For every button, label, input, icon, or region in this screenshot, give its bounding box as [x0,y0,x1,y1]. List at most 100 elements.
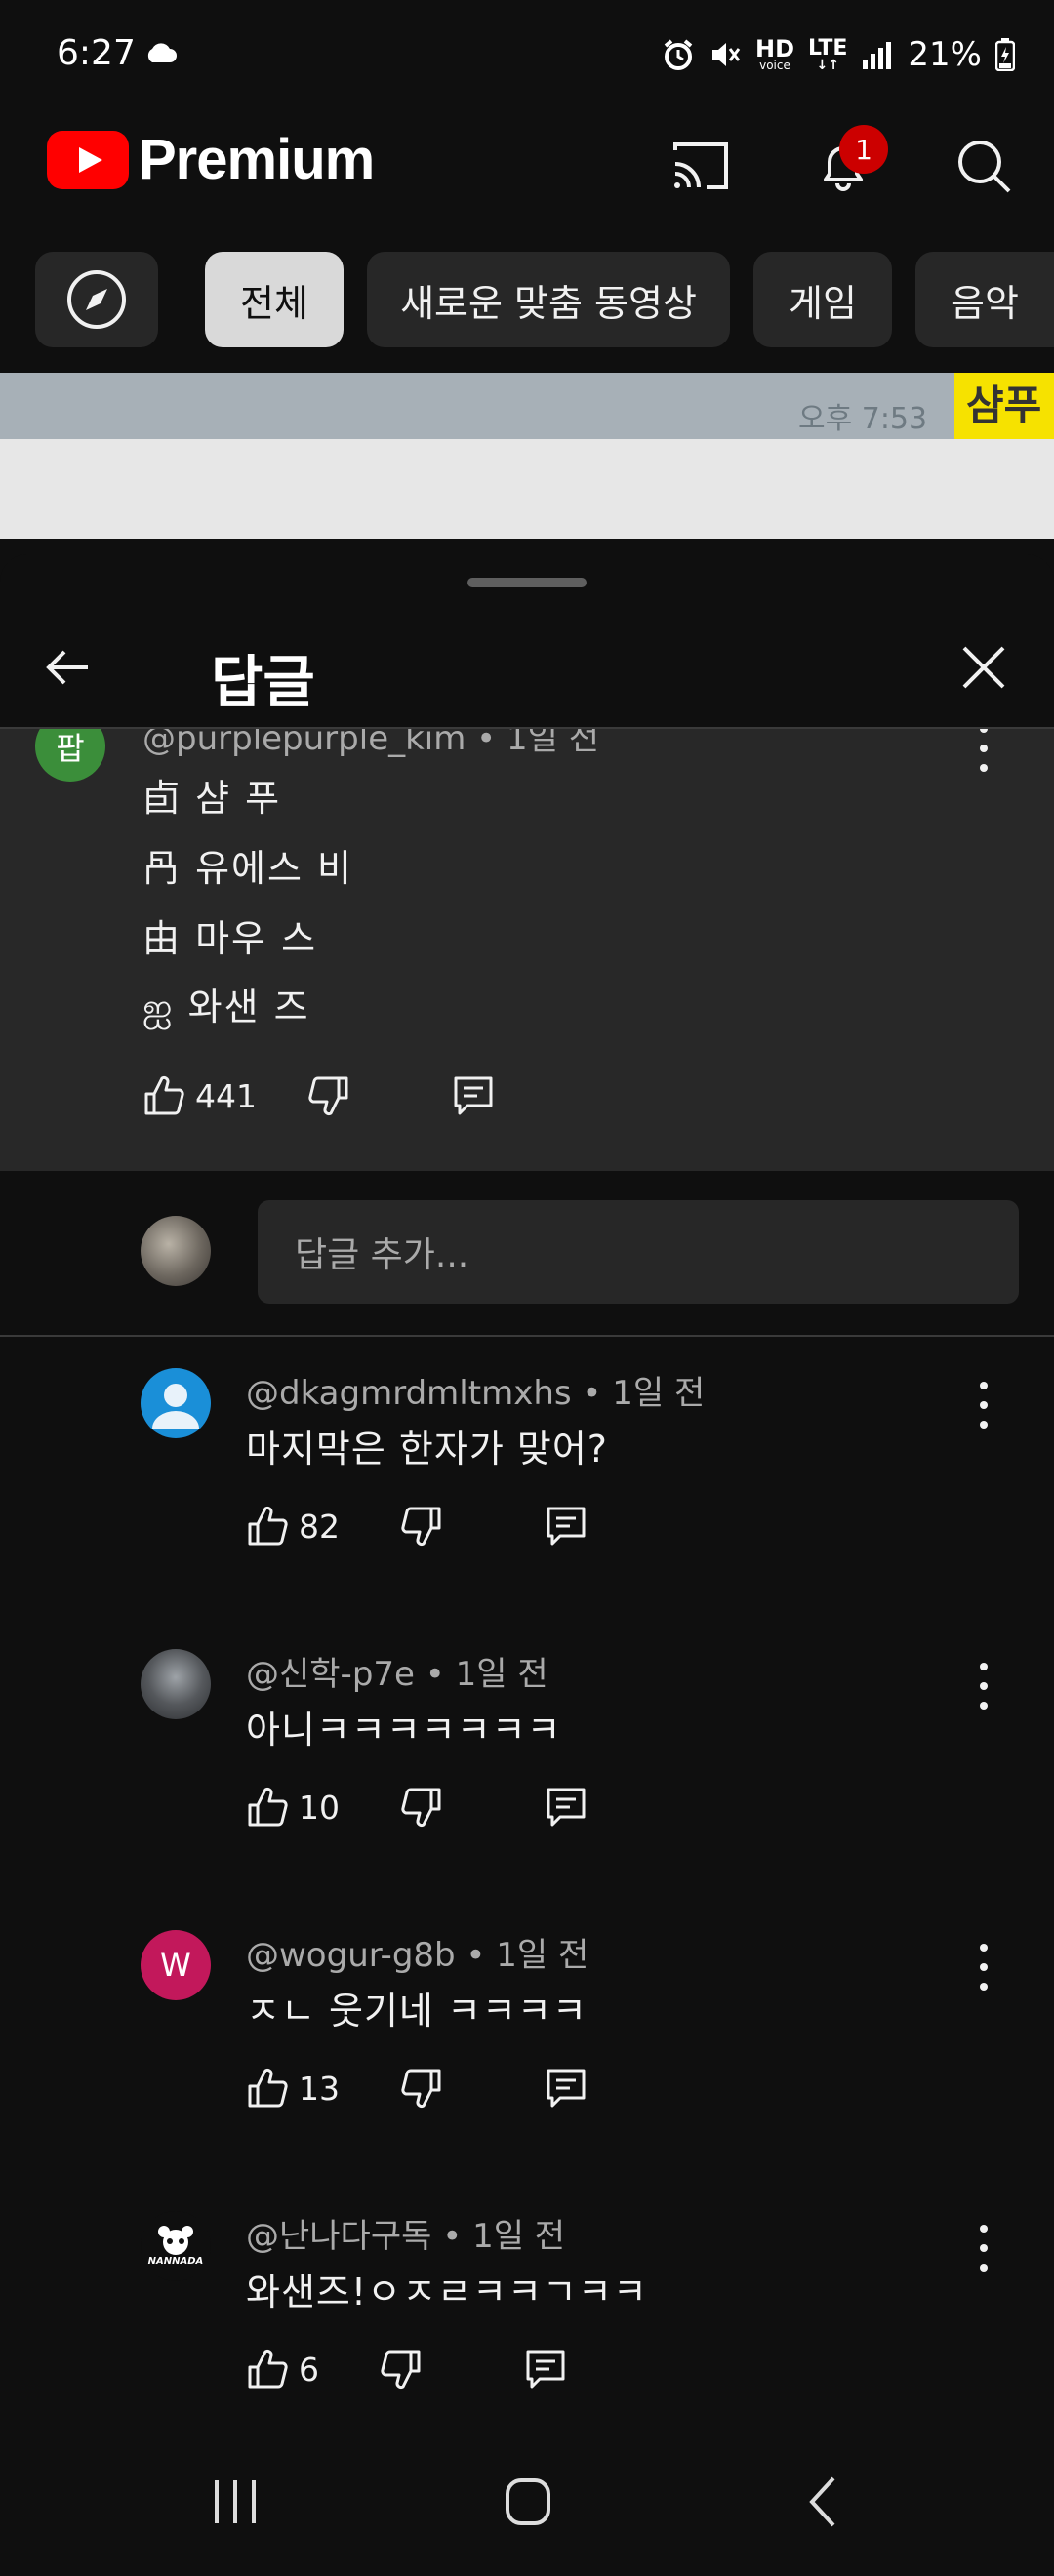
my-avatar[interactable] [141,1216,211,1286]
reply-actions: 82 [246,1505,588,1548]
data-arrows-icon: ↓↑ [816,58,839,73]
default-person-icon [152,1384,199,1429]
reply-icon[interactable] [452,1074,495,1117]
preview-tag: 샴푸 [954,373,1054,439]
reply-author-meta[interactable]: @난나다구독 • 1일 전 [246,2209,565,2257]
reply-avatar[interactable] [141,1368,211,1438]
parent-comment-line: 由 마우 스 [142,917,318,960]
reply-composer: 답글 추가... [0,1171,1054,1337]
battery-percent: 21% [908,35,982,74]
back-arrow-icon[interactable] [39,638,98,697]
compass-icon [67,270,126,329]
parent-comment-line: ஐ 와샌 즈 [142,986,310,1028]
like-button[interactable]: 10 [246,1786,340,1829]
lte-label: LTE [808,36,848,60]
chip-games[interactable]: 게임 [753,252,892,347]
thumbs-up-icon [248,2349,288,2389]
reply-text: 아니ㅋㅋㅋㅋㅋㅋㅋ [246,1709,562,1751]
more-options-icon[interactable] [964,1657,1003,1715]
avatar-label: NANNADA [147,2256,204,2267]
signal-icon [863,42,892,69]
like-button[interactable]: 6 [246,2348,319,2391]
drag-handle[interactable] [467,578,587,587]
like-count: 82 [299,1507,340,1546]
explore-chip[interactable] [35,252,158,347]
like-button[interactable]: 82 [246,1505,340,1548]
reply-icon[interactable] [545,1786,588,1829]
thumbs-up-icon [144,1075,184,1115]
replies-sheet: 답글 팝 @purplepurple_kim • 1일 전 卣 샴 푸 冎 유에… [0,554,1054,2576]
status-bar: 6:27 HD voice LTE ↓↑ 21% [0,0,1054,98]
reply-text: 와샌즈!ㅇㅈㄹㅋㅋㄱㅋㅋ [246,2271,648,2314]
reply-icon[interactable] [524,2348,567,2391]
reply-author-meta[interactable]: @dkagmrdmltmxhs • 1일 전 [246,1366,705,1414]
voice-label: voice [759,59,790,72]
reply-actions: 10 [246,1786,588,1829]
parent-actions: 441 [142,1074,495,1117]
thumbs-down-icon[interactable] [400,1786,443,1829]
youtube-logo-icon [47,130,129,189]
close-icon[interactable] [954,638,1013,697]
like-button[interactable]: 13 [246,2067,340,2110]
parent-comment: 팝 @purplepurple_kim • 1일 전 卣 샴 푸 冎 유에스 비… [0,711,1054,1171]
search-icon[interactable] [953,135,1015,197]
app-header: Premium 1 [0,98,1054,234]
thumbs-down-icon[interactable] [400,2067,443,2110]
reply-actions: 13 [246,2067,588,2110]
reply-actions: 6 [246,2348,567,2391]
chip-new-recommended[interactable]: 새로운 맞춤 동영상 [367,252,730,347]
cloud-icon [147,43,177,62]
reply-text: ㅈㄴ 웃기네 ㅋㅋㅋㅋ [246,1990,588,2033]
category-chips: 전체 새로운 맞춤 동영상 게임 음악 [0,252,1054,353]
reply-author-meta[interactable]: @wogur-g8b • 1일 전 [246,1928,588,1976]
alarm-icon [664,39,693,70]
like-count: 6 [299,2350,319,2389]
reply-author-meta[interactable]: @신학-p7e • 1일 전 [246,1647,548,1695]
parent-comment-line: 卣 샴 푸 [142,777,282,820]
video-preview[interactable]: 오후 7:53 샴푸 [0,373,1054,539]
reply-text: 마지막은 한자가 맞어? [246,1428,608,1470]
cast-icon[interactable] [669,135,732,197]
home-icon[interactable] [494,2473,562,2531]
reply-item: @dkagmrdmltmxhs • 1일 전 마지막은 한자가 맞어? 82 [0,1337,1054,1618]
reply-icon[interactable] [545,2067,588,2110]
like-count: 10 [299,1788,340,1827]
sheet-title: 답글 [211,649,315,715]
thumbs-down-icon[interactable] [400,1505,443,1548]
status-icons: HD voice LTE ↓↑ 21% [662,35,1015,74]
thumbs-up-icon [248,1787,288,1827]
youtube-premium-logo[interactable]: Premium [47,127,375,192]
thumbs-up-icon [248,2068,288,2108]
thumbs-up-icon [248,1506,288,1546]
hd-voice-indicator: HD voice [754,35,794,72]
chip-all[interactable]: 전체 [205,252,344,347]
hd-label: HD [754,35,794,62]
like-button[interactable]: 441 [142,1074,257,1117]
chip-music[interactable]: 음악 [915,252,1054,347]
reply-avatar[interactable]: NANNADA [141,2211,211,2281]
reply-avatar[interactable] [141,1649,211,1719]
back-nav-icon[interactable] [790,2473,859,2531]
more-options-icon[interactable] [964,2219,1003,2277]
like-count: 13 [299,2069,340,2108]
reply-item: @신학-p7e • 1일 전 아니ㅋㅋㅋㅋㅋㅋㅋ 10 [0,1618,1054,1899]
parent-comment-line: 冎 유에스 비 [142,847,353,890]
reply-avatar[interactable]: W [141,1930,211,2000]
battery-icon [995,38,1015,71]
more-options-icon[interactable] [964,1938,1003,1996]
reply-item: NANNADA @난나다구독 • 1일 전 와샌즈!ㅇㅈㄹㅋㅋㄱㅋㅋ 6 [0,2180,1054,2461]
like-count: 441 [195,1076,257,1115]
thumbs-down-icon[interactable] [307,1074,350,1117]
system-nav-bar [0,2430,1054,2576]
recent-apps-icon[interactable] [201,2473,269,2531]
notification-badge: 1 [839,125,888,174]
sheet-header: 답글 [0,587,1054,729]
reply-item: W @wogur-g8b • 1일 전 ㅈㄴ 웃기네 ㅋㅋㅋㅋ 13 [0,1899,1054,2180]
preview-timestamp: 오후 7:53 [798,402,928,436]
mute-icon [711,43,741,66]
status-time: 6:27 [57,33,136,73]
more-options-icon[interactable] [964,1376,1003,1434]
thumbs-down-icon[interactable] [380,2348,423,2391]
reply-input[interactable]: 답글 추가... [258,1200,1019,1304]
reply-icon[interactable] [545,1505,588,1548]
